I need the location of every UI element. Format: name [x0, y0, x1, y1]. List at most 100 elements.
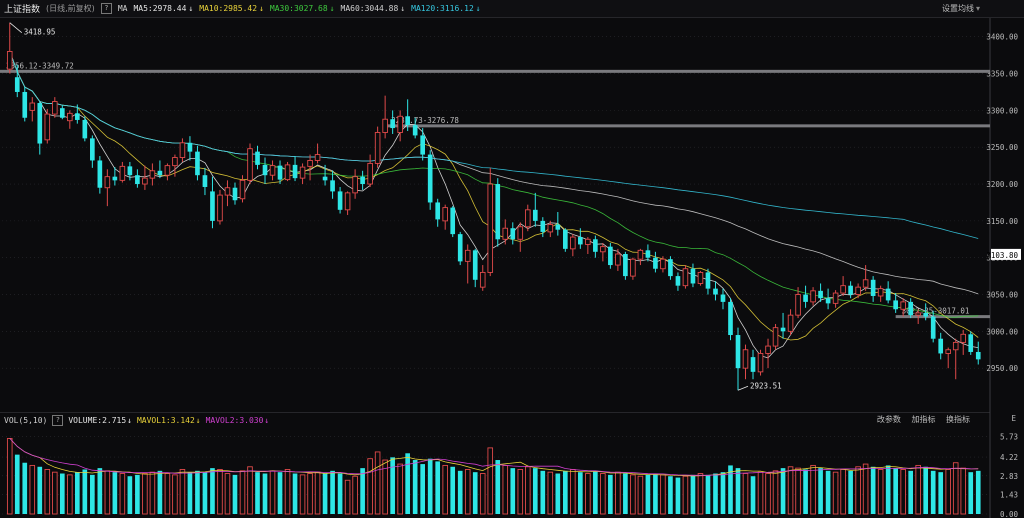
volume-bar — [870, 466, 876, 514]
volume-bar — [210, 468, 215, 514]
candle-body — [104, 176, 111, 189]
candle-body — [224, 187, 231, 196]
volume-bar — [840, 469, 846, 515]
volume-bar — [284, 469, 291, 515]
volume-bar — [968, 472, 974, 514]
volume-bar — [104, 470, 111, 515]
candle-body — [765, 345, 771, 354]
volume-bar — [97, 468, 103, 514]
volume-bar — [487, 447, 494, 515]
volume-bar — [195, 470, 200, 514]
volume-bar — [29, 464, 36, 515]
candle-body — [247, 148, 253, 181]
candle-body — [420, 135, 426, 155]
candle-body — [255, 151, 260, 165]
candle-body — [750, 357, 756, 372]
candle-body — [735, 335, 741, 369]
volume-bar — [742, 473, 749, 515]
candle-body — [210, 191, 215, 221]
candle-body — [472, 250, 478, 280]
volume-bar — [532, 468, 538, 514]
volume-bar — [885, 465, 891, 514]
volume-bar — [322, 473, 328, 514]
candle-body — [728, 301, 733, 336]
volume-bar — [668, 476, 673, 514]
volume-bar — [464, 469, 471, 515]
candle-body — [427, 154, 433, 203]
candle-body — [840, 285, 846, 294]
candle-body — [742, 349, 749, 369]
volume-bar — [187, 472, 193, 514]
candle-body — [705, 272, 711, 289]
volume-bar — [135, 474, 140, 514]
candle-body — [855, 286, 861, 295]
candle-body — [397, 115, 403, 133]
candle-body — [668, 259, 673, 277]
volume-bar — [472, 472, 478, 514]
volume-bar — [517, 469, 524, 515]
candle-body — [195, 151, 200, 176]
candle-body — [893, 300, 898, 310]
volume-bar — [772, 470, 779, 515]
candle-body — [495, 184, 501, 240]
volume-bar — [360, 468, 365, 514]
volume-bar — [157, 470, 163, 514]
volume-bar — [164, 473, 171, 515]
candle-body — [22, 91, 28, 118]
volume-bar — [179, 469, 186, 515]
volume-bar — [713, 473, 718, 514]
candle-body — [623, 254, 628, 277]
candle-body — [697, 271, 704, 284]
candle-body — [900, 301, 906, 310]
volume-bar — [479, 473, 486, 515]
candlestick-chart[interactable]: 3400.00 3350.00 3300.00 3250.00 3200.00 3150.… — [0, 0, 1024, 518]
volume-bar — [690, 474, 696, 514]
volume-bar — [825, 470, 831, 514]
candle-body — [645, 250, 651, 258]
high-price-label: 3418.95 — [24, 28, 56, 37]
ma120-line — [9, 51, 979, 239]
volume-bar — [630, 474, 636, 515]
volume-bar — [314, 471, 321, 515]
volume-bar — [390, 457, 395, 514]
candle-body — [908, 301, 914, 316]
volume-bar — [149, 471, 156, 515]
price-tick-label: 3300.00 — [986, 106, 1018, 115]
candle-body — [547, 224, 554, 233]
candle-body — [367, 162, 373, 185]
volume-bar — [224, 473, 231, 515]
volume-bar — [697, 473, 704, 515]
candle-body — [90, 138, 95, 161]
candle-body — [344, 192, 351, 211]
volume-bar — [735, 468, 741, 514]
support-resistance-line — [385, 124, 991, 128]
volume-bar — [247, 466, 253, 515]
candle-body — [653, 257, 658, 269]
candle-body — [885, 288, 891, 301]
volume-bar — [623, 473, 628, 514]
candle-body — [29, 102, 36, 111]
volume-bar — [307, 473, 313, 515]
volume-bar — [405, 453, 410, 514]
candle-body — [510, 228, 516, 240]
candle-body — [952, 341, 959, 351]
candle-body — [593, 239, 598, 252]
candle-body — [975, 351, 981, 360]
candle-body — [82, 119, 88, 139]
volume-bar — [337, 473, 343, 514]
current-price-label: 3103.80 — [986, 251, 1018, 260]
volume-bar — [277, 472, 283, 514]
candle-body — [637, 249, 644, 260]
volume-bar — [344, 479, 351, 515]
volume-bar — [127, 476, 133, 514]
volume-bar — [660, 474, 666, 515]
candle-body — [780, 327, 786, 332]
volume-bar — [502, 464, 509, 515]
volume-bar — [59, 473, 65, 514]
candle-body — [232, 187, 238, 201]
candle-body — [818, 290, 823, 299]
volume-bar — [780, 468, 786, 514]
candle-body — [532, 209, 538, 221]
candle-body — [382, 118, 388, 133]
volume-bar — [810, 464, 816, 515]
